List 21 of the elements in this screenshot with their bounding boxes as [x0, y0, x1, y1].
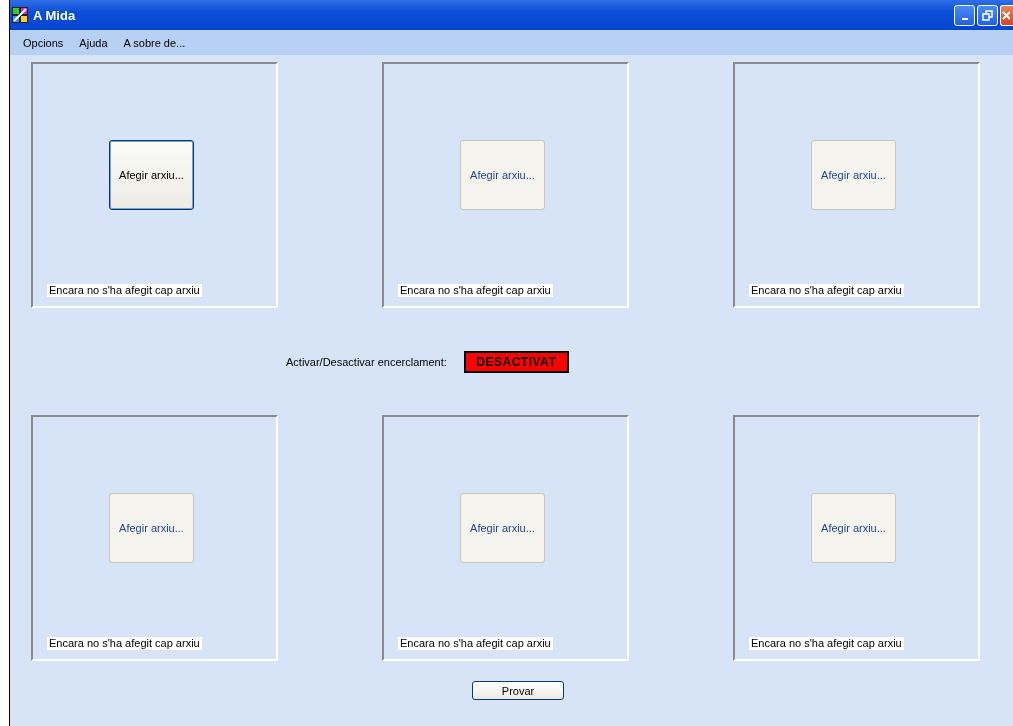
status-text: Encara no s'ha afegit cap arxiu — [749, 637, 904, 650]
status-text: Encara no s'ha afegit cap arxiu — [47, 284, 202, 297]
status-text: Encara no s'ha afegit cap arxiu — [398, 284, 553, 297]
status-text: Encara no s'ha afegit cap arxiu — [47, 637, 202, 650]
menu-item[interactable]: Opcions — [15, 36, 72, 49]
test-button[interactable]: Provar — [472, 681, 564, 700]
window-title: A Mida — [33, 7, 77, 23]
close-icon — [1001, 9, 1010, 21]
close-button[interactable] — [1000, 4, 1013, 26]
menu-item[interactable]: Ajuda — [71, 36, 116, 49]
toggle-button[interactable]: DESACTIVAT — [463, 350, 569, 373]
minimize-button[interactable] — [954, 4, 975, 26]
app-icon — [12, 7, 28, 23]
toggle-label: Activar/Desactivar encerclament: — [286, 355, 447, 368]
minimize-icon — [961, 17, 968, 20]
restore-button[interactable] — [977, 4, 998, 26]
menu-item[interactable]: A sobre de... — [115, 36, 194, 49]
status-text: Encara no s'ha afegit cap arxiu — [749, 284, 904, 297]
status-text: Encara no s'ha afegit cap arxiu — [398, 637, 553, 650]
add-file-button[interactable]: Afegir arxiu... — [109, 140, 194, 210]
restore-icon — [982, 9, 993, 21]
